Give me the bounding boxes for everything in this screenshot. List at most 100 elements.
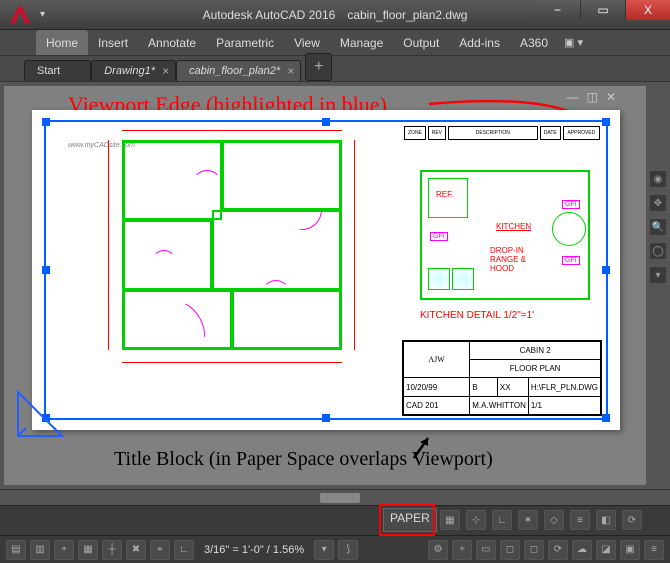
box2-icon[interactable]: ◻ [524, 540, 544, 560]
constraint-icon[interactable]: ✖ [126, 540, 146, 560]
filetab-drawing1[interactable]: Drawing1* × [91, 60, 176, 81]
annotation-titleblock: Title Block (in Paper Space overlaps Vie… [114, 448, 493, 471]
kitchen-detail-title: KITCHEN DETAIL 1/2"=1' [420, 310, 534, 321]
menu-parametric[interactable]: Parametric [206, 30, 284, 55]
menu-manage[interactable]: Manage [330, 30, 393, 55]
tb-designer: AJW [403, 341, 470, 378]
nav-pan-icon[interactable]: ✥ [649, 194, 667, 212]
viewport-grip[interactable] [322, 118, 330, 126]
viewport-grip[interactable] [42, 266, 50, 274]
ribbon-tabs: Home Insert Annotate Parametric View Man… [0, 30, 670, 56]
modified-indicator: * [276, 65, 280, 77]
cycling-icon[interactable]: ⟳ [622, 510, 642, 530]
lineweight-icon[interactable]: ≡ [570, 510, 590, 530]
nav-orbit-icon[interactable]: ◯ [649, 242, 667, 260]
navigation-bar: ◉ ✥ 🔍 ◯ ▾ [648, 170, 668, 284]
model-icon[interactable]: ▤ [6, 540, 26, 560]
menu-output[interactable]: Output [393, 30, 449, 55]
viewport-grip[interactable] [42, 118, 50, 126]
box-icon[interactable]: ◻ [500, 540, 520, 560]
paper-sheet: www.myCADsite.com [32, 110, 620, 430]
grid-icon[interactable]: ▦ [440, 510, 460, 530]
viewport-grip[interactable] [602, 118, 610, 126]
rev-rev: REV [428, 126, 446, 140]
app-menu-chevron[interactable]: ▾ [40, 9, 45, 20]
label-gfi: GFI [430, 232, 448, 241]
floor-plan [92, 130, 372, 370]
doc-close-icon[interactable]: ✕ [606, 90, 616, 104]
status-bar-upper: PAPER ▦ ⊹ ∟ ✶ ◇ ≡ ◧ ⟳ [0, 505, 670, 535]
nav-wheel-icon[interactable]: ◉ [649, 170, 667, 188]
nav-zoom-icon[interactable]: 🔍 [649, 218, 667, 236]
filetab-cabin[interactable]: cabin_floor_plan2*× [176, 60, 301, 81]
modified-indicator: * [151, 65, 155, 77]
label-kitchen: KITCHEN [496, 222, 531, 231]
window-maximize-button[interactable]: ▭ [580, 0, 625, 20]
scrollbar-thumb[interactable] [320, 493, 360, 503]
window-close-button[interactable]: X [625, 0, 670, 20]
plus-icon[interactable]: + [452, 540, 472, 560]
tb-date: 10/20/99 [403, 378, 470, 396]
snap-toggle-icon[interactable]: ┼ [102, 540, 122, 560]
label-dropin: DROP-IN RANGE & HOOD [490, 246, 550, 273]
tb-sheet: FLOOR PLAN [470, 360, 601, 378]
label-gfi: GFI [562, 200, 580, 209]
dynamic-input-icon[interactable]: ⌖ [150, 540, 170, 560]
menu-insert[interactable]: Insert [88, 30, 138, 55]
osnap-icon[interactable]: ◇ [544, 510, 564, 530]
refresh-icon[interactable]: ⟳ [548, 540, 568, 560]
filetab-label: Start [37, 65, 60, 77]
new-tab-button[interactable]: + [305, 53, 332, 81]
ucs-icon [12, 386, 68, 442]
viewport-grip[interactable] [602, 414, 610, 422]
file-tabs: Start Drawing1*× cabin_floor_plan2*× + [0, 56, 670, 82]
plus-icon[interactable]: + [54, 540, 74, 560]
viewport-grip[interactable] [602, 266, 610, 274]
gear-icon[interactable]: ⚙ [428, 540, 448, 560]
clean-icon[interactable]: ▣ [620, 540, 640, 560]
drawing-area[interactable]: — ◫ ✕ Viewport Edge (highlighted in blue… [0, 82, 670, 489]
snap-icon[interactable]: ⊹ [466, 510, 486, 530]
doc-name: cabin_floor_plan2.dwg [347, 8, 467, 22]
window-minimize-button[interactable]: − [535, 0, 580, 20]
app-name: Autodesk AutoCAD 2016 [203, 8, 336, 22]
horizontal-scrollbar[interactable] [0, 489, 670, 505]
ortho-icon[interactable]: ∟ [492, 510, 512, 530]
tb-scale: 1/1 [528, 396, 601, 415]
label-ref: REF. [436, 190, 453, 199]
annotation-scale[interactable]: 3/16" = 1'-0" / 1.56% [198, 544, 310, 556]
transparency-icon[interactable]: ◧ [596, 510, 616, 530]
monitor-icon[interactable]: ▭ [476, 540, 496, 560]
menu-home[interactable]: Home [36, 30, 88, 55]
tb-drawn: M.A.WHITTON [470, 396, 529, 415]
kitchen-detail: REF. KITCHEN DROP-IN RANGE & HOOD GFI GF… [420, 170, 590, 300]
isolate-icon[interactable]: ◪ [596, 540, 616, 560]
chevron-down-icon[interactable]: ▾ [314, 540, 334, 560]
rev-desc: DESCRIPTION [448, 126, 538, 140]
close-icon[interactable]: × [162, 64, 169, 78]
title-block: AJW CABIN 2 FLOOR PLAN 10/20/99 BXX H:\F… [402, 340, 602, 416]
ortho-toggle-icon[interactable]: ∟ [174, 540, 194, 560]
filetab-label: Drawing1 [104, 65, 150, 77]
model-paper-toggle[interactable]: PAPER [383, 508, 437, 532]
nav-chevron-icon[interactable]: ▾ [649, 266, 667, 284]
status-bar-lower: ▤ ▥ + ▦ ┼ ✖ ⌖ ∟ 3/16" = 1'-0" / 1.56% ▾ … [0, 535, 670, 563]
menu-a360[interactable]: A360 [510, 30, 558, 55]
close-icon[interactable]: × [287, 64, 294, 78]
filetab-start[interactable]: Start [24, 60, 91, 81]
sync-icon[interactable]: ⟆ [338, 540, 358, 560]
revision-table: ZONE REV DESCRIPTION DATE APPROVED [402, 124, 602, 142]
autocad-logo[interactable] [4, 3, 36, 27]
menu-addins[interactable]: Add-ins [449, 30, 510, 55]
menu-view[interactable]: View [284, 30, 330, 55]
menu-annotate[interactable]: Annotate [138, 30, 206, 55]
layout-icon[interactable]: ▥ [30, 540, 50, 560]
viewport-grip[interactable] [322, 414, 330, 422]
rev-date: DATE [540, 126, 561, 140]
menu-overflow[interactable]: ▣ ▾ [558, 30, 583, 55]
grid-toggle-icon[interactable]: ▦ [78, 540, 98, 560]
window-title: Autodesk AutoCAD 2016 cabin_floor_plan2.… [203, 8, 468, 22]
polar-icon[interactable]: ✶ [518, 510, 538, 530]
cloud-icon[interactable]: ☁ [572, 540, 592, 560]
customize-icon[interactable]: ≡ [644, 540, 664, 560]
